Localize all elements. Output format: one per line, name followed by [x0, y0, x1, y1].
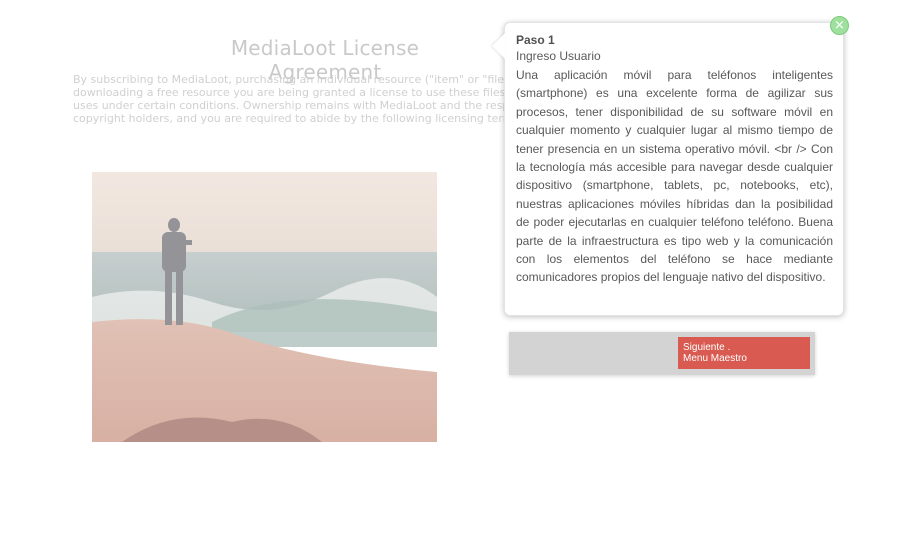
license-line: uses under certain conditions. Ownership… [73, 99, 513, 112]
license-line: By subscribing to MediaLoot, purchasing … [73, 73, 513, 86]
license-line: downloading a free resource you are bein… [73, 86, 513, 99]
tour-content: Paso 1 Ingreso Usuario Una aplicación mó… [516, 32, 833, 287]
tour-step-title: Paso 1 [516, 33, 555, 47]
next-button-label: Siguiente . [683, 342, 731, 353]
next-button-sublabel: Menu Maestro [683, 353, 747, 364]
hero-image [92, 172, 437, 442]
license-text: By subscribing to MediaLoot, purchasing … [73, 73, 513, 125]
close-icon: × [834, 18, 845, 33]
callout-pointer [492, 33, 505, 59]
tour-popover: Paso 1 Ingreso Usuario Una aplicación mó… [492, 22, 844, 316]
license-line: copyright holders, and you are required … [73, 112, 513, 125]
close-button[interactable]: × [830, 16, 849, 35]
tour-subtitle: Ingreso Usuario [516, 49, 601, 63]
tour-description: Una aplicación móvil para teléfonos inte… [516, 68, 833, 285]
next-button[interactable]: Siguiente . Menu Maestro [678, 337, 810, 369]
beach-photo [92, 172, 437, 442]
